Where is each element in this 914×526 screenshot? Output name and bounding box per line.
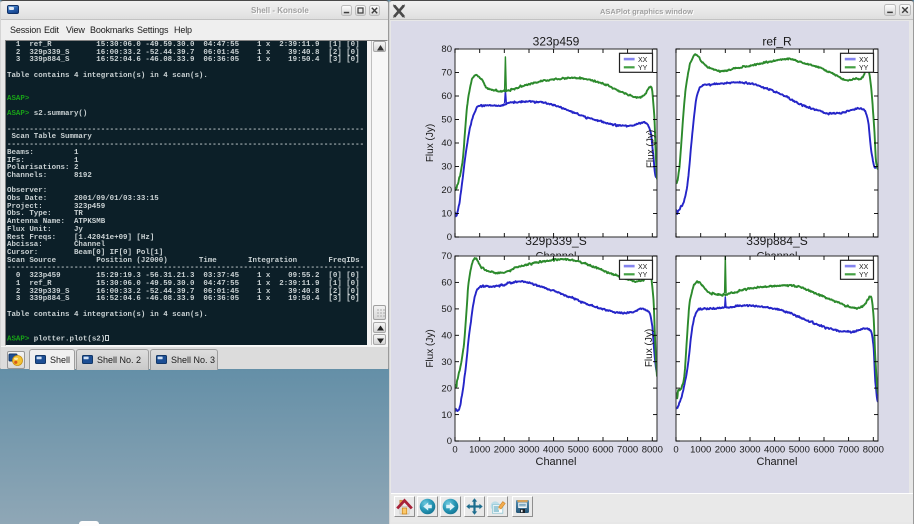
svg-text:60: 60 (441, 278, 452, 289)
svg-text:3000: 3000 (518, 445, 539, 456)
svg-text:Channel: Channel (536, 456, 577, 468)
svg-text:1000: 1000 (469, 445, 490, 456)
svg-text:10: 10 (441, 410, 452, 421)
svg-text:XX: XX (859, 264, 869, 271)
svg-text:4000: 4000 (764, 445, 785, 456)
svg-text:Flux (Jy): Flux (Jy) (646, 130, 657, 168)
svg-text:Flux (Jy): Flux (Jy) (425, 124, 436, 162)
svg-text:6000: 6000 (592, 445, 613, 456)
svg-text:0: 0 (673, 445, 678, 456)
svg-text:YY: YY (638, 65, 648, 72)
svg-text:1000: 1000 (690, 445, 711, 456)
svg-text:40: 40 (441, 331, 452, 342)
svg-text:20: 20 (441, 383, 452, 394)
svg-text:8000: 8000 (863, 445, 884, 456)
svg-text:3000: 3000 (739, 445, 760, 456)
svg-text:8000: 8000 (642, 445, 663, 456)
svg-text:6000: 6000 (813, 445, 834, 456)
svg-text:XX: XX (859, 57, 869, 64)
svg-text:YY: YY (859, 65, 869, 72)
svg-text:XX: XX (638, 264, 648, 271)
svg-text:YY: YY (638, 272, 648, 279)
svg-text:0: 0 (452, 445, 457, 456)
svg-text:50: 50 (441, 115, 452, 126)
svg-text:40: 40 (441, 138, 452, 149)
svg-text:Flux (Jy): Flux (Jy) (425, 329, 436, 367)
svg-text:10: 10 (441, 209, 452, 220)
svg-text:30: 30 (441, 162, 452, 173)
svg-text:329p339_S: 329p339_S (525, 234, 586, 248)
svg-text:60: 60 (441, 91, 452, 102)
svg-text:2000: 2000 (494, 445, 515, 456)
svg-text:0: 0 (447, 436, 452, 447)
svg-text:5000: 5000 (568, 445, 589, 456)
svg-text:2000: 2000 (715, 445, 736, 456)
svg-text:50: 50 (441, 304, 452, 315)
svg-text:7000: 7000 (838, 445, 859, 456)
svg-text:70: 70 (441, 251, 452, 262)
svg-text:XX: XX (638, 57, 648, 64)
svg-text:Flux (Jy): Flux (Jy) (644, 329, 655, 367)
svg-text:ref_R: ref_R (762, 34, 792, 48)
svg-text:339p884_S: 339p884_S (746, 234, 807, 248)
svg-text:30: 30 (441, 357, 452, 368)
svg-text:4000: 4000 (543, 445, 564, 456)
svg-text:20: 20 (441, 185, 452, 196)
svg-text:70: 70 (441, 68, 452, 79)
svg-text:323p459: 323p459 (533, 34, 580, 48)
svg-text:0: 0 (447, 232, 452, 243)
svg-text:5000: 5000 (789, 445, 810, 456)
svg-text:80: 80 (441, 44, 452, 55)
svg-text:YY: YY (859, 272, 869, 279)
svg-text:Channel: Channel (757, 456, 798, 468)
svg-text:7000: 7000 (617, 445, 638, 456)
